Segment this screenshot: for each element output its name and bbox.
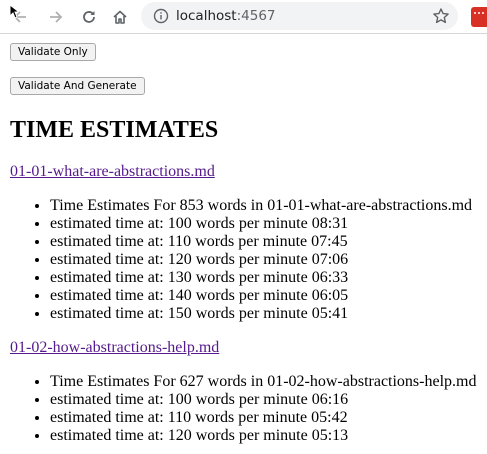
address-bar[interactable]: localhost:4567 (141, 2, 458, 30)
home-button[interactable] (108, 5, 132, 29)
url-text[interactable]: localhost:4567 (176, 7, 276, 25)
validate-only-button[interactable]: Validate Only (10, 43, 96, 61)
list-item: Time Estimates For 627 words in 01-02-ho… (50, 373, 476, 391)
reload-button[interactable] (77, 5, 101, 29)
list-item: estimated time at: 100 words per minute … (50, 215, 472, 233)
file-link-01-02[interactable]: 01-02-how-abstractions-help.md (10, 338, 219, 358)
forward-button[interactable] (44, 5, 68, 29)
file-estimates-list-01-01: Time Estimates For 853 words in 01-01-wh… (0, 197, 472, 323)
list-item: estimated time at: 140 words per minute … (50, 287, 472, 305)
extension-icon[interactable] (471, 7, 487, 27)
list-item: estimated time at: 100 words per minute … (50, 391, 476, 409)
page-content: Validate Only Validate And Generate TIME… (0, 34, 487, 454)
info-icon[interactable] (153, 8, 169, 24)
file-link-01-01[interactable]: 01-01-what-are-abstractions.md (10, 162, 215, 182)
validate-and-generate-button[interactable]: Validate And Generate (10, 77, 145, 95)
list-item: estimated time at: 130 words per minute … (50, 269, 472, 287)
page-title: TIME ESTIMATES (10, 117, 219, 143)
list-item: Time Estimates For 853 words in 01-01-wh… (50, 197, 472, 215)
home-icon (113, 10, 127, 24)
list-item: estimated time at: 110 words per minute … (50, 233, 472, 251)
mouse-cursor-icon (9, 4, 19, 19)
list-item: estimated time at: 120 words per minute … (50, 251, 472, 269)
file-estimates-list-01-02: Time Estimates For 627 words in 01-02-ho… (0, 373, 476, 445)
bookmark-star-icon[interactable] (432, 7, 450, 25)
url-host: localhost (176, 8, 237, 24)
browser-toolbar: localhost:4567 (0, 0, 487, 34)
list-item: estimated time at: 110 words per minute … (50, 409, 476, 427)
list-item: estimated time at: 150 words per minute … (50, 305, 472, 323)
reload-icon (83, 11, 95, 23)
url-port: :4567 (236, 8, 276, 24)
forward-arrow-icon (50, 11, 63, 23)
list-item: estimated time at: 120 words per minute … (50, 427, 476, 445)
